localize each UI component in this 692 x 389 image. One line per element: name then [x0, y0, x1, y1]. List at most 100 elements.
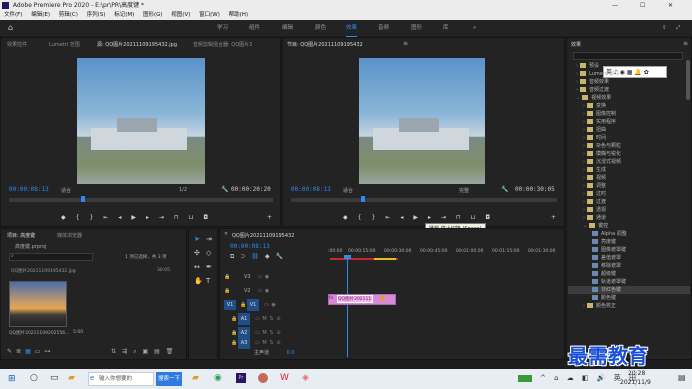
hand-tool-icon[interactable]: ✋	[194, 277, 203, 285]
workspace-audio[interactable]: 音频	[378, 20, 389, 36]
tab-lumetri-scopes[interactable]: Lumetri 范围	[49, 41, 80, 48]
menu-file[interactable]: 文件(F)	[4, 12, 22, 18]
effects-folder[interactable]: › 音频效果	[576, 78, 609, 86]
tab-sequence[interactable]: QQ图片20211109195432	[232, 232, 294, 239]
avatar-app-icon[interactable]	[258, 373, 268, 383]
workspace-editing[interactable]: 编辑	[282, 20, 293, 36]
new-item-icon[interactable]: ▤	[154, 348, 166, 355]
wrench-icon[interactable]: 🔧	[221, 186, 228, 193]
expand-icon[interactable]: ⤢	[676, 20, 680, 36]
effect-item[interactable]: 颜色键	[592, 294, 616, 302]
timeline-timecode[interactable]: 00:00:08:13	[230, 243, 270, 250]
effects-subfolder[interactable]: › 扭曲	[583, 126, 606, 134]
timeline-playhead[interactable]	[347, 257, 348, 357]
home-icon[interactable]: ⌂	[8, 20, 13, 36]
effects-subfolder[interactable]: › 通道	[583, 214, 606, 222]
menu-edit[interactable]: 编辑(E)	[31, 12, 50, 18]
pencil-icon[interactable]: ✎	[7, 348, 16, 355]
menu-clip[interactable]: 剪辑(C)	[59, 12, 78, 18]
menu-graphics[interactable]: 图形(G)	[143, 12, 163, 18]
effect-item[interactable]: 亮度键	[592, 238, 616, 246]
tab-media-browser[interactable]: 媒体浏览器	[57, 232, 82, 239]
mic-icon[interactable]: ⊙	[275, 313, 282, 325]
slip-tool-icon[interactable]: ↔	[194, 263, 200, 271]
sync-icon[interactable]: ▭	[257, 271, 264, 283]
source-fit-dropdown[interactable]: 适合	[61, 187, 71, 194]
effects-subfolder[interactable]: › 模糊与锐化	[583, 150, 621, 158]
tab-source[interactable]: 源: QQ图片20211109195432.jpg	[97, 41, 177, 48]
track-label[interactable]: V2	[244, 288, 251, 294]
cortana-icon[interactable]: ○	[30, 373, 38, 383]
workspace-graphics[interactable]: 图形	[411, 20, 422, 36]
menu-view[interactable]: 视图(V)	[171, 12, 190, 18]
mute-button[interactable]: M	[261, 313, 268, 325]
sync-icon[interactable]: ▭	[263, 299, 270, 311]
effects-subfolder[interactable]: › 视频	[583, 174, 606, 182]
source-resolution[interactable]: 1/2	[179, 187, 187, 193]
type-tool-icon[interactable]: T	[206, 277, 210, 285]
play-icon[interactable]: ▶	[131, 214, 146, 221]
effects-subfolder[interactable]: › 杂色与颗粒	[583, 142, 621, 150]
effect-item[interactable]: 移除遮罩	[592, 262, 621, 270]
go-to-out-icon[interactable]: ⇥	[441, 214, 456, 221]
workspace-color[interactable]: 颜色	[315, 20, 326, 36]
program-quality-dropdown[interactable]: 完整	[459, 187, 469, 194]
marker-icon[interactable]: ◆	[61, 214, 76, 221]
source-scrubber[interactable]	[9, 198, 273, 202]
insert-icon[interactable]: ⊓	[174, 214, 189, 221]
step-forward-icon[interactable]: ▸	[428, 214, 441, 221]
effect-item[interactable]: 超级键	[592, 270, 616, 278]
program-playhead[interactable]	[361, 196, 365, 202]
settings-icon[interactable]: 🔧	[276, 253, 289, 260]
task-view-icon[interactable]: ▭	[50, 373, 59, 383]
icon-view-icon[interactable]: ▦	[25, 348, 35, 355]
effects-subfolder[interactable]: › 调整	[583, 182, 606, 190]
track-select-icon[interactable]: ⇥	[206, 235, 212, 243]
effects-search-input[interactable]	[573, 52, 683, 60]
workspace-assembly[interactable]: 组件	[249, 20, 260, 36]
linked-icon[interactable]: ⛓	[251, 253, 265, 260]
track-label[interactable]: V1	[247, 299, 259, 311]
track-label[interactable]: A1	[238, 313, 250, 325]
program-timecode-in[interactable]: 00:00:08:13	[291, 186, 331, 193]
snap-icon[interactable]: ⊃	[240, 253, 251, 260]
effect-item[interactable]: 图像遮罩键	[592, 246, 626, 254]
premiere-app-icon[interactable]: Pr	[236, 373, 246, 383]
effect-item[interactable]: 轨道遮罩键	[592, 278, 626, 286]
lock-icon[interactable]: 🔒	[224, 285, 231, 297]
add-button-icon[interactable]: +	[551, 214, 556, 221]
go-to-in-icon[interactable]: ⇤	[103, 214, 118, 221]
pen-tool-icon[interactable]: ✒	[206, 263, 212, 271]
chrome-app-icon[interactable]: ◉	[214, 373, 222, 383]
automate-icon[interactable]: ⇶	[122, 348, 133, 355]
folder-app-icon[interactable]: ▰	[192, 373, 199, 383]
project-thumb-label[interactable]: QQ图片20211109202556...	[9, 330, 69, 336]
wps-app-icon[interactable]: W	[280, 373, 289, 383]
effects-subfolder[interactable]: ⌄ 键控	[583, 222, 608, 230]
file-explorer-icon[interactable]: ▰	[68, 373, 75, 383]
extract-icon[interactable]: ⊔	[471, 214, 486, 221]
taskbar-search-button[interactable]: 搜索一下	[156, 372, 182, 386]
sort-icon[interactable]: ⇅	[111, 348, 122, 355]
effects-subfolder[interactable]: › 透视	[583, 206, 606, 214]
selection-tool-icon[interactable]: ➤	[194, 235, 200, 243]
clock-date[interactable]: 2021/11/9	[620, 379, 651, 386]
eye-icon[interactable]: ◉	[264, 285, 271, 297]
trash-icon[interactable]: 🗑	[166, 348, 180, 355]
effects-subfolder[interactable]: › 实用程序	[583, 118, 616, 126]
effect-item[interactable]: 差值遮罩	[592, 254, 621, 262]
mark-out-icon[interactable]: }	[89, 214, 103, 221]
master-volume[interactable]: 0.0	[287, 350, 295, 356]
effects-folder[interactable]: › 音频过渡	[576, 86, 609, 94]
project-item-label[interactable]: QQ图片20211109195432.jpg	[11, 268, 76, 274]
ripple-edit-icon[interactable]: ✣	[194, 249, 200, 257]
effect-item[interactable]: Alpha 调整	[592, 230, 627, 238]
workspace-learn[interactable]: 学习	[217, 20, 228, 36]
share-icon[interactable]: ⇪	[662, 20, 667, 36]
step-back-icon[interactable]: ◂	[118, 214, 131, 221]
source-patch-v1[interactable]: V1	[224, 300, 236, 310]
camera-icon[interactable]: ◘	[485, 214, 500, 221]
solo-button[interactable]: S	[268, 313, 275, 325]
effects-subfolder[interactable]: › 颜色校正	[583, 302, 616, 310]
menu-help[interactable]: 帮助(H)	[229, 12, 248, 18]
